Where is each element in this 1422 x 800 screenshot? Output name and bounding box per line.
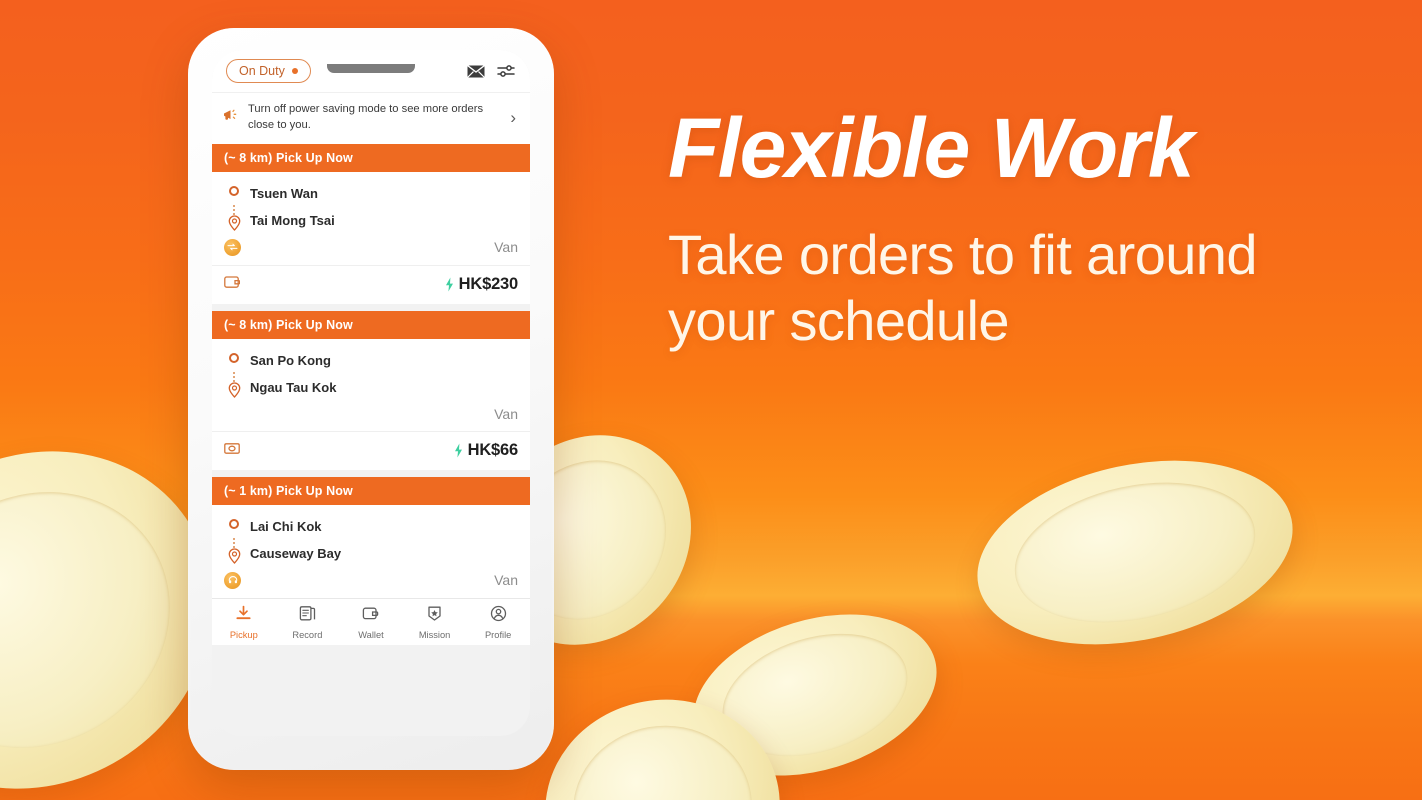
duty-status-dot (291, 68, 298, 74)
marketing-copy: Flexible Work Take orders to fit around … (668, 104, 1368, 354)
origin-marker-icon (226, 185, 242, 196)
order-body: San Po Kong Ngau Tau Kok Van (212, 339, 530, 431)
phone-speaker (327, 64, 415, 73)
origin-label: Tsuen Wan (250, 185, 318, 201)
price-label: HK$230 (458, 274, 519, 293)
phone-mockup: On Duty Turn off power saving mode to se… (188, 28, 554, 770)
vehicle-row: Van (224, 234, 518, 265)
tab-mission[interactable]: Mission (403, 605, 467, 640)
price-group: HK$66 (454, 441, 518, 460)
wallet-icon (224, 275, 241, 294)
vehicle-label: Van (494, 405, 518, 422)
document-icon (299, 605, 316, 627)
chevron-right-icon[interactable]: › (510, 109, 518, 126)
user-circle-icon (490, 605, 507, 627)
coin-decoration (960, 433, 1310, 672)
route: Tsuen Wan Tai Mong Tsai (224, 180, 518, 234)
banner-text: Turn off power saving mode to see more o… (248, 103, 484, 131)
destination-pin-icon (226, 548, 242, 564)
subheadline-line-1: Take orders to fit around (668, 223, 1257, 287)
order-body: Lai Chi Kok Causeway Bay Van (212, 505, 530, 598)
tab-label: Profile (484, 629, 512, 640)
filter-icon[interactable] (496, 61, 516, 81)
origin-label: San Po Kong (250, 352, 331, 368)
origin-marker-icon (226, 352, 242, 363)
tab-profile[interactable]: Profile (466, 605, 530, 640)
payment-row: HK$230 (212, 264, 530, 304)
tab-label: Wallet (358, 629, 384, 640)
mail-icon[interactable] (466, 61, 486, 81)
order-card[interactable]: (~ 8 km) Pick Up Now (212, 143, 530, 304)
origin-marker-icon (226, 518, 242, 529)
tab-wallet[interactable]: Wallet (339, 605, 403, 640)
destination-label: Causeway Bay (250, 545, 342, 561)
destination-row: Ngau Tau Kok (250, 374, 518, 401)
destination-pin-icon (226, 215, 242, 231)
destination-pin-icon (226, 382, 242, 398)
route: San Po Kong Ngau Tau Kok (224, 347, 518, 401)
round-trip-badge-icon (224, 238, 241, 256)
origin-row: Lai Chi Kok (250, 513, 518, 540)
vehicle-row: Van (224, 567, 518, 598)
phone-screen: On Duty Turn off power saving mode to se… (212, 50, 530, 736)
tab-label: Pickup (229, 629, 258, 640)
power-saving-banner[interactable]: Turn off power saving mode to see more o… (212, 92, 530, 144)
subheadline-line-2: your schedule (668, 289, 1009, 353)
duty-status-label: On Duty (239, 64, 285, 78)
price-group: HK$230 (445, 275, 518, 294)
order-list: (~ 8 km) Pick Up Now Tsuen Wan Tai Mong … (212, 143, 530, 598)
order-distance-header: (~ 1 km) Pick Up Now (212, 476, 530, 505)
route: Lai Chi Kok Causeway Bay (224, 513, 518, 567)
lightning-bolt-icon (454, 443, 462, 458)
tab-record[interactable]: Record (276, 605, 340, 640)
destination-label: Ngau Tau Kok (250, 379, 337, 395)
origin-row: Tsuen Wan (250, 180, 518, 207)
origin-row: San Po Kong (250, 347, 518, 374)
duty-status-toggle[interactable]: On Duty (226, 59, 311, 83)
vehicle-label: Van (494, 572, 518, 589)
headline: Flexible Work (668, 101, 1195, 195)
vehicle-row: Van (224, 401, 518, 431)
tab-label: Record (292, 629, 323, 640)
price-label: HK$66 (467, 440, 519, 459)
shield-star-icon (426, 605, 443, 627)
subheadline: Take orders to fit around your schedule (668, 222, 1368, 354)
order-card[interactable]: (~ 1 km) Pick Up Now Lai Chi Kok Causewa… (212, 476, 530, 598)
wallet-icon (362, 605, 379, 627)
origin-label: Lai Chi Kok (250, 518, 322, 534)
order-body: Tsuen Wan Tai Mong Tsai Van (212, 172, 530, 265)
tab-label: Mission (418, 629, 451, 640)
phone-badge-icon (224, 571, 241, 589)
promo-banner-stage: On Duty Turn off power saving mode to se… (0, 0, 1422, 800)
bottom-tab-bar: Pickup Record Wallet Mission Profile (212, 597, 530, 645)
payment-row: HK$66 (212, 430, 530, 470)
order-card[interactable]: (~ 8 km) Pick Up Now (212, 310, 530, 470)
megaphone-icon (222, 108, 239, 128)
destination-label: Tai Mong Tsai (250, 212, 335, 228)
download-icon (235, 605, 252, 627)
order-distance-header: (~ 8 km) Pick Up Now (212, 143, 530, 172)
destination-row: Causeway Bay (250, 540, 518, 567)
tab-pickup[interactable]: Pickup (212, 605, 276, 640)
vehicle-label: Van (494, 239, 518, 256)
lightning-bolt-icon (445, 277, 453, 292)
order-distance-header: (~ 8 km) Pick Up Now (212, 310, 530, 339)
destination-row: Tai Mong Tsai (250, 207, 518, 234)
cash-icon (224, 441, 240, 459)
